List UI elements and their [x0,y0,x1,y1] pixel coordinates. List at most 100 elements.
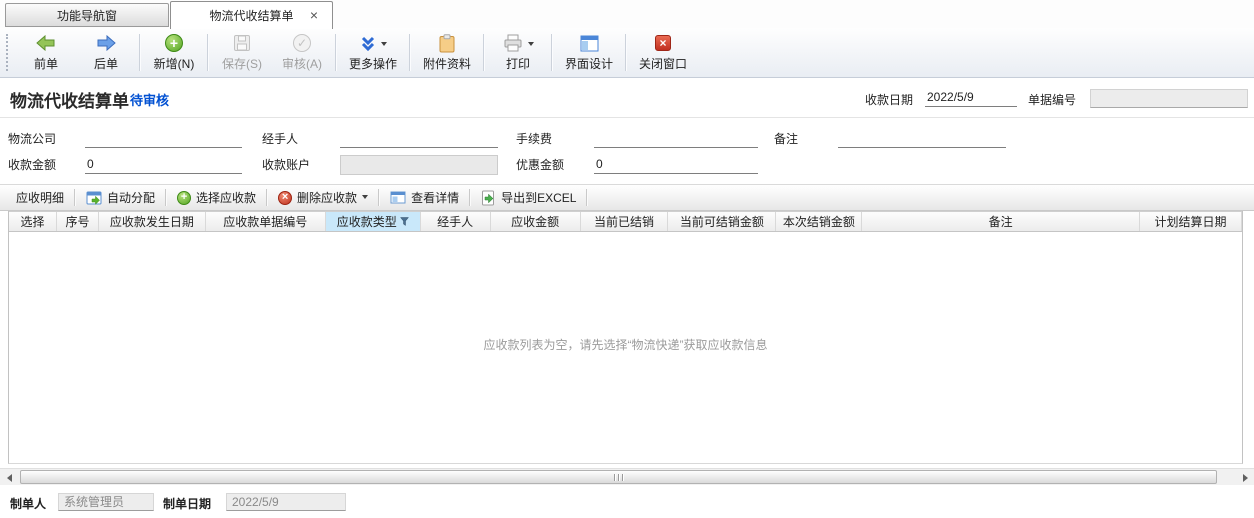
ui-design-button[interactable]: 界面设计 [556,28,622,77]
detail-separator [74,189,76,206]
col-plan-date[interactable]: 计划结算日期 [1140,212,1242,231]
select-receivable-label: 选择应收款 [196,189,256,206]
tab-label: 物流代收结算单 [209,7,293,24]
horizontal-scrollbar[interactable] [0,468,1254,485]
discount-field[interactable]: 0 [594,156,758,174]
close-window-button[interactable]: × 关闭窗口 [630,28,696,77]
scrollbar-grip-icon [614,474,624,481]
tab-logistics-settlement[interactable]: 物流代收结算单 × [170,1,333,29]
add-label: 新增(N) [154,55,195,72]
footer-bar: 制单人 系统管理员 制单日期 2022/5/9 [0,487,1254,518]
detail-separator [378,189,380,206]
account-label: 收款账户 [262,156,310,174]
filter-funnel-icon[interactable] [400,217,409,226]
triangle-right-icon [1243,474,1252,482]
prev-doc-button[interactable]: 前单 [16,28,76,77]
next-doc-label: 后单 [94,55,118,72]
discount-label: 优惠金额 [516,156,564,174]
toolbar-separator [409,34,411,71]
ui-design-label: 界面设计 [565,55,613,72]
close-window-label: 关闭窗口 [639,55,687,72]
print-button[interactable]: 打印 [488,28,548,77]
col-settled[interactable]: 当前已结销 [581,212,669,231]
next-doc-button[interactable]: 后单 [76,28,136,77]
remark-field[interactable] [838,130,1006,148]
arrow-left-icon [36,35,56,51]
attachments-label: 附件资料 [423,55,471,72]
account-field [340,155,498,175]
col-remark[interactable]: 备注 [862,212,1140,231]
tab-bar: 功能导航窗 物流代收结算单 × [0,0,1254,29]
view-detail-icon [390,191,406,204]
view-detail-label: 查看详情 [411,189,459,206]
receivable-detail-label: 应收明细 [16,189,64,206]
receipt-date-field[interactable]: 2022/5/9 [925,90,1017,107]
audit-button[interactable]: ✓ 审核(A) [272,28,332,77]
col-seq[interactable]: 序号 [57,212,99,231]
save-icon [233,34,251,52]
delete-receivable-label: 删除应收款 [297,189,357,206]
amount-field[interactable]: 0 [85,156,242,174]
select-receivable-button[interactable]: + 选择应收款 [169,187,264,208]
export-excel-button[interactable]: 导出到EXCEL [473,187,584,208]
more-operations-button[interactable]: 更多操作 [340,28,406,77]
col-select[interactable]: 选择 [9,212,57,231]
logistics-company-field[interactable] [85,130,242,148]
scroll-left-button[interactable] [0,469,16,486]
remark-label: 备注 [774,130,798,148]
table-body: 应收款列表为空，请先选择“物流快递”获取应收款信息 [9,232,1242,463]
fee-label: 手续费 [516,130,552,148]
col-this-settle[interactable]: 本次结销金额 [776,212,862,231]
auto-assign-label: 自动分配 [107,189,155,206]
delete-receivable-button[interactable]: × 删除应收款 [270,187,376,208]
detail-separator [469,189,471,206]
tab-label: 功能导航窗 [57,7,117,24]
handler-label: 经手人 [262,130,298,148]
printer-icon [503,34,523,52]
col-handler[interactable]: 经手人 [421,212,491,231]
detail-toolbar: 应收明细 自动分配 + 选择应收款 × 删除应收款 查看详情 导出到EXCEL [0,184,1254,211]
toolbar-separator [139,34,141,71]
auto-assign-icon [86,191,102,205]
amount-label: 收款金额 [8,156,56,174]
col-amount[interactable]: 应收金额 [491,212,581,231]
double-chevron-down-icon [360,36,376,51]
creator-field: 系统管理员 [58,493,154,511]
col-type[interactable]: 应收款类型 [326,212,421,231]
col-type-label: 应收款类型 [337,213,397,230]
dropdown-caret-icon[interactable] [362,195,368,202]
arrow-right-icon [96,35,116,51]
form-area: 物流公司 经手人 手续费 备注 收款金额 0 收款账户 优惠金额 0 [0,118,1254,184]
prev-doc-label: 前单 [34,55,58,72]
detail-separator [586,189,588,206]
scroll-right-button[interactable] [1238,469,1254,486]
col-settleable[interactable]: 当前可结销金额 [668,212,776,231]
export-excel-icon [481,190,496,206]
toolbar-separator [335,34,337,71]
auto-assign-button[interactable]: 自动分配 [78,187,163,208]
toolbar-grip [6,34,11,71]
handler-field[interactable] [340,130,498,148]
col-doc-no[interactable]: 应收款单据编号 [206,212,326,231]
empty-list-message: 应收款列表为空，请先选择“物流快递”获取应收款信息 [9,336,1242,353]
save-button[interactable]: 保存(S) [212,28,272,77]
dropdown-caret-icon[interactable] [381,42,387,49]
fee-field[interactable] [594,130,758,148]
print-label: 打印 [506,55,530,72]
delete-receivable-x-icon: × [278,191,292,205]
scrollbar-thumb[interactable] [20,470,1217,484]
view-detail-button[interactable]: 查看详情 [382,187,467,208]
tab-function-navigation[interactable]: 功能导航窗 [5,3,169,27]
close-window-icon: × [655,35,671,51]
select-receivable-plus-icon: + [177,191,191,205]
col-occur-date[interactable]: 应收款发生日期 [99,212,206,231]
tab-close-icon[interactable]: × [310,7,318,23]
attachments-button[interactable]: 附件资料 [414,28,480,77]
doc-no-label: 单据编号 [1028,91,1076,108]
add-button[interactable]: + 新增(N) [144,28,204,77]
dropdown-caret-icon[interactable] [528,42,534,49]
audit-check-icon: ✓ [293,34,311,52]
detail-separator [266,189,268,206]
audit-label: 审核(A) [282,55,322,72]
add-icon: + [165,34,183,52]
